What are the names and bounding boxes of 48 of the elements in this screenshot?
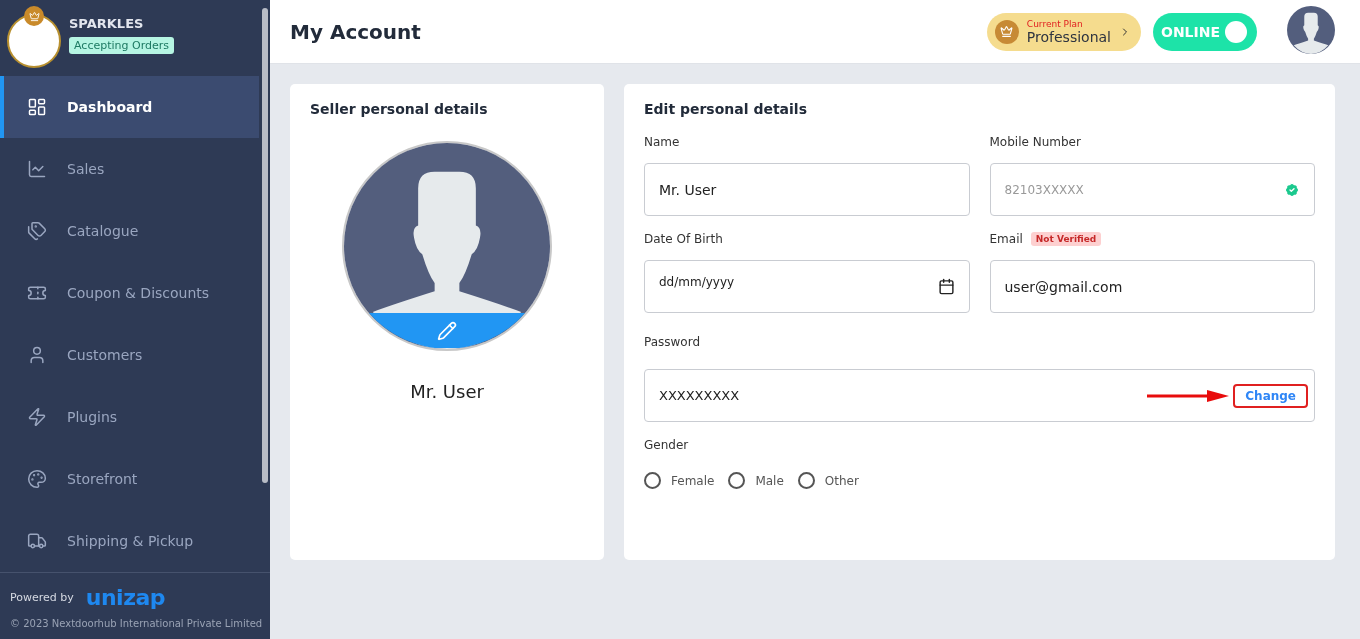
powered-by-text: Powered by [10, 591, 74, 604]
store-status: Accepting Orders [69, 37, 174, 54]
sidebar-item[interactable]: Shipping & Pickup [0, 510, 259, 572]
lightning-icon [27, 407, 47, 427]
brand-logo: unizap [85, 585, 166, 610]
field-label: Date Of Birth [644, 232, 723, 246]
field-label: Password [644, 335, 701, 349]
field-label: Gender [644, 438, 689, 452]
gender-radio[interactable]: Male [728, 472, 784, 489]
dashboard-icon [27, 97, 47, 117]
sidebar-item[interactable]: Sales [0, 138, 259, 200]
page-title: My Account [290, 19, 422, 44]
date-field[interactable]: dd/mm/yyyy [644, 260, 970, 313]
calendar-icon[interactable] [937, 278, 955, 295]
scrollbar[interactable] [262, 8, 268, 483]
sidebar-item[interactable]: Dashboard [0, 76, 259, 138]
palette-icon [27, 469, 47, 489]
field-label: Name [644, 135, 680, 149]
plan-button[interactable]: Current Plan Professional [986, 12, 1141, 51]
crown-icon [994, 19, 1019, 44]
card-title: Seller personal details [310, 101, 488, 117]
edit-photo-button[interactable] [369, 313, 525, 348]
avatar [1287, 5, 1335, 54]
gender-radio[interactable]: Female [644, 472, 715, 489]
sidebar-item[interactable]: Coupon & Discounts [0, 262, 259, 324]
truck-icon [27, 531, 47, 551]
field-label: Mobile Number [989, 135, 1081, 149]
sidebar-item[interactable]: Storefront [0, 448, 259, 510]
card-title: Edit personal details [644, 101, 808, 117]
store-name: SPARKLES [69, 16, 145, 31]
ticket-icon [27, 283, 47, 303]
name-field[interactable]: Mr. User [644, 163, 970, 216]
pencil-icon [437, 320, 457, 341]
copyright-text: © 2023 Nextdoorhub International Private Limited [10, 618, 260, 629]
password-field[interactable]: XXXXXXXXX Change [644, 369, 1315, 422]
sidebar-item[interactable]: Catalogue [0, 200, 259, 262]
mobile-field[interactable]: 82103XXXXX [989, 163, 1315, 216]
sidebar-item[interactable]: Plugins [0, 386, 259, 448]
seller-name: Mr. User [410, 381, 484, 402]
not-verified-badge: Not Verified [1030, 232, 1102, 246]
user-icon [27, 345, 47, 365]
field-label: Email [989, 232, 1023, 246]
email-field[interactable]: user@gmail.com [989, 260, 1315, 313]
chart-icon [27, 159, 47, 179]
tags-icon [27, 221, 47, 241]
gender-radio[interactable]: Other [797, 472, 859, 489]
change-button[interactable]: Change [1233, 383, 1308, 408]
sidebar-item[interactable]: Customers [0, 324, 259, 386]
